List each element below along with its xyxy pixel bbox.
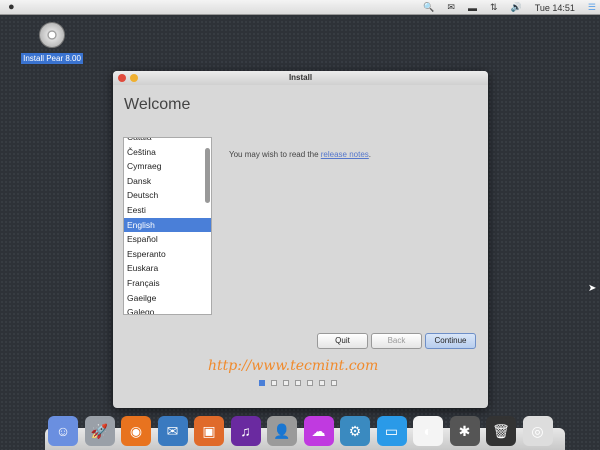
step-dot — [295, 380, 301, 386]
step-dot — [283, 380, 289, 386]
scrollbar[interactable] — [205, 148, 210, 203]
desktop-install-icon[interactable]: Install Pear 8.00 — [20, 22, 84, 66]
dock-software-center-icon[interactable]: ⚙ — [340, 416, 370, 446]
release-notes-link[interactable]: release notes — [321, 150, 369, 159]
dock-system-display-icon[interactable]: ▭ — [376, 416, 407, 446]
language-item[interactable]: Gaeilge — [124, 291, 211, 306]
window-title: Install — [288, 73, 313, 82]
dock-thunderbird-icon[interactable]: ✉ — [157, 416, 188, 446]
language-item[interactable]: Eesti — [124, 203, 211, 218]
language-item[interactable]: Euskara — [124, 261, 211, 276]
language-item[interactable]: Cymraeg — [124, 159, 211, 174]
message-suffix: . — [368, 150, 372, 159]
apple-menu-icon[interactable]: ● — [8, 1, 15, 13]
desktop-icon-label: Install Pear 8.00 — [21, 53, 83, 64]
menu-bar: ● 🔍 ✉ ▬ ⇅ 🔊 Tue 14:51 ☰ — [0, 0, 600, 15]
close-button[interactable] — [118, 74, 126, 82]
message-text: You may wish to read the — [229, 150, 321, 159]
network-icon[interactable]: ⇅ — [490, 2, 498, 13]
page-title: Welcome — [124, 96, 191, 113]
title-bar[interactable]: Install — [113, 71, 488, 85]
battery-icon[interactable]: ▬ — [468, 3, 477, 13]
step-dot — [307, 380, 313, 386]
dock-trash-icon[interactable]: 🗑 — [486, 416, 516, 446]
search-icon[interactable]: 🔍 — [423, 2, 434, 13]
step-dot — [331, 380, 337, 386]
quit-button[interactable]: Quit — [317, 333, 368, 349]
dock-install-disc-icon[interactable]: ◎ — [522, 416, 553, 446]
release-notes-message: You may wish to read the release notes. — [229, 150, 371, 159]
dock-settings-toggle-icon[interactable]: ◐ — [413, 416, 443, 446]
dock-finder-icon[interactable]: ☺ — [48, 416, 78, 446]
dock-launchpad-icon[interactable]: 🚀 — [84, 416, 115, 446]
clock[interactable]: Tue 14:51 — [535, 3, 575, 13]
dock-contacts-icon[interactable]: 👤 — [267, 416, 297, 446]
step-dot — [259, 380, 265, 386]
language-item[interactable]: Català — [124, 138, 211, 145]
language-item[interactable]: Français — [124, 276, 211, 291]
watermark: http://www.tecmint.com — [208, 358, 379, 374]
disc-icon — [39, 22, 65, 48]
dock-photos-icon[interactable]: ▣ — [194, 416, 224, 446]
step-dot — [319, 380, 325, 386]
step-indicator — [259, 380, 337, 386]
step-dot — [271, 380, 277, 386]
minimize-button[interactable] — [130, 74, 138, 82]
language-item[interactable]: Deutsch — [124, 188, 211, 203]
dock-itunes-icon[interactable]: ♫ — [230, 416, 261, 446]
dock-icloud-icon[interactable]: ☁ — [303, 416, 334, 446]
dock-firefox-icon[interactable]: ◉ — [121, 416, 151, 446]
volume-icon[interactable]: 🔊 — [511, 2, 522, 13]
language-item[interactable]: Español — [124, 232, 211, 247]
menu-list-icon[interactable]: ☰ — [588, 2, 596, 13]
continue-button[interactable]: Continue — [425, 333, 476, 349]
dock-system-tool-icon[interactable]: ✱ — [449, 416, 480, 446]
install-window: Install Welcome Català Čeština Cymraeg Dans… — [113, 71, 488, 408]
back-button[interactable]: Back — [371, 333, 422, 349]
language-item[interactable]: English — [124, 217, 211, 233]
language-item[interactable]: Esperanto — [124, 247, 211, 262]
mouse-cursor-icon: ➤ — [588, 283, 597, 294]
language-list[interactable]: Català Čeština Cymraeg Dansk Deutsch Eesti Eng… — [123, 137, 212, 315]
language-item[interactable]: Dansk — [124, 174, 211, 189]
language-item[interactable]: Galego — [124, 305, 211, 314]
language-item[interactable]: Čeština — [124, 145, 211, 160]
mail-icon[interactable]: ✉ — [447, 2, 455, 13]
